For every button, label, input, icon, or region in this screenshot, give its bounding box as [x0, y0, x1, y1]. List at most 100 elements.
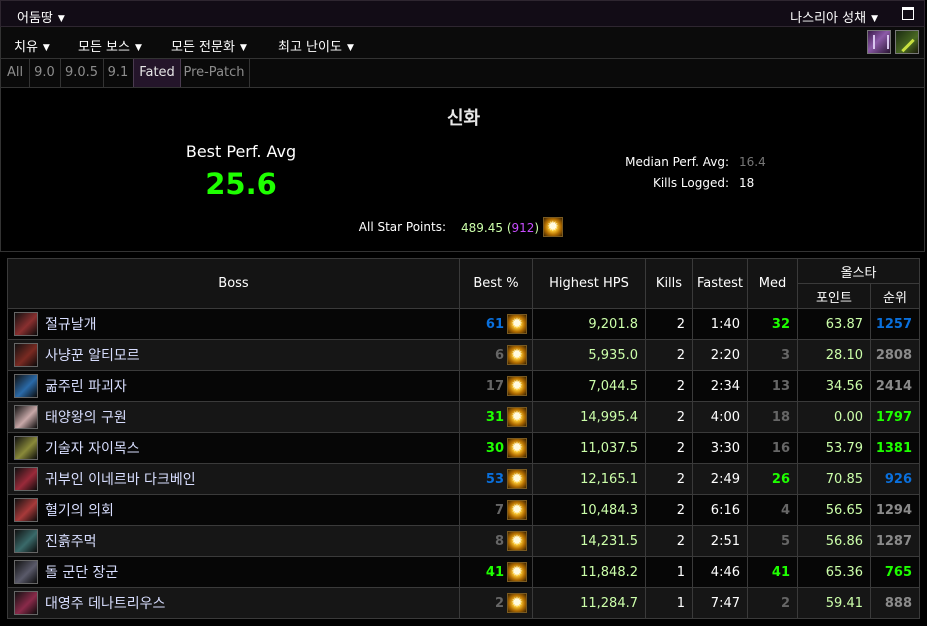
fastest-value: 2:51 — [692, 525, 748, 557]
rank-value[interactable]: 926 — [869, 463, 921, 495]
best-cell: 17 — [459, 370, 533, 402]
rank-value[interactable]: 1294 — [869, 494, 921, 526]
col-fastest[interactable]: Fastest — [692, 258, 748, 309]
rank-value[interactable]: 888 — [869, 587, 921, 619]
chevron-down-icon: ▼ — [42, 43, 50, 53]
boss-filter[interactable]: 모든 보스 ▼ — [78, 36, 142, 55]
maximize-icon[interactable] — [902, 7, 914, 20]
col-med[interactable]: Med — [747, 258, 798, 309]
tab-all[interactable]: All — [1, 59, 30, 87]
table-row[interactable]: 굶주린 파괴자 17 7,044.522:341334.562414 — [7, 370, 921, 402]
table-row[interactable]: 사냥꾼 알티모르 6 5,935.022:20328.102808 — [7, 339, 921, 371]
boss-cell[interactable]: 기술자 자이목스 — [7, 432, 460, 464]
boss-cell[interactable]: 절규날개 — [7, 308, 460, 340]
points-value: 70.85 — [797, 463, 871, 495]
table-row[interactable]: 혈기의 의회 7 10,484.326:16456.651294 — [7, 494, 921, 526]
sun-king-boss-icon — [14, 405, 38, 429]
tab-9-0-5[interactable]: 9.0.5 — [60, 59, 104, 87]
med-value: 2 — [747, 587, 798, 619]
boss-name-link[interactable]: 대영주 데나트리우스 — [45, 596, 165, 612]
hps-value: 11,848.2 — [532, 556, 646, 588]
boss-name-link[interactable]: 태양왕의 구원 — [45, 410, 127, 426]
star-icon — [507, 345, 527, 365]
col-kills[interactable]: Kills — [645, 258, 693, 309]
spec-filter[interactable]: 모든 전문화 ▼ — [171, 36, 247, 55]
best-cell: 7 — [459, 494, 533, 526]
tab-9-0[interactable]: 9.0 — [29, 59, 61, 87]
boss-name-link[interactable]: 혈기의 의회 — [45, 503, 114, 519]
kills-value: 1 — [645, 587, 693, 619]
boss-name-link[interactable]: 사냥꾼 알티모르 — [45, 348, 140, 364]
raid-dropdown[interactable]: 나스리아 성채 ▼ — [790, 7, 878, 26]
role-filter[interactable]: 치유 ▼ — [14, 36, 50, 55]
table-row[interactable]: 귀부인 이네르바 다크베인 53 12,165.122:492670.85926 — [7, 463, 921, 495]
col-rank[interactable]: 순위 — [869, 283, 921, 309]
fastest-value: 7:47 — [692, 587, 748, 619]
table-row[interactable]: 태양왕의 구원 31 14,995.424:00180.001797 — [7, 401, 921, 433]
healer-role-icon[interactable] — [867, 30, 891, 54]
kills-value: 2 — [645, 308, 693, 340]
filter-bar: 치유 ▼ 모든 보스 ▼ 모든 전문화 ▼ 최고 난이도 ▼ — [0, 27, 925, 58]
hps-value: 7,044.5 — [532, 370, 646, 402]
key-icon[interactable] — [895, 30, 919, 54]
kills-value: 2 — [645, 401, 693, 433]
table-row[interactable]: 대영주 데나트리우스211,284.717:47259.41888 — [7, 587, 921, 619]
boss-name-link[interactable]: 돌 군단 장군 — [45, 565, 118, 581]
boss-name-link[interactable]: 귀부인 이네르바 다크베인 — [45, 472, 196, 488]
rank-value[interactable]: 1257 — [869, 308, 921, 340]
boss-cell[interactable]: 태양왕의 구원 — [7, 401, 460, 433]
realm-dropdown[interactable]: 어둠땅 ▼ — [17, 7, 65, 26]
tab-pre-patch[interactable]: Pre-Patch — [179, 59, 250, 87]
rank-value[interactable]: 1381 — [869, 432, 921, 464]
star-icon — [507, 314, 527, 334]
rank-value[interactable]: 1287 — [869, 525, 921, 557]
star-icon — [507, 531, 527, 551]
boss-name-link[interactable]: 굶주린 파괴자 — [45, 379, 127, 395]
points-value: 34.56 — [797, 370, 871, 402]
boss-cell[interactable]: 귀부인 이네르바 다크베인 — [7, 463, 460, 495]
rank-value[interactable]: 1797 — [869, 401, 921, 433]
col-hps[interactable]: Highest HPS — [532, 258, 646, 309]
boss-name-link[interactable]: 진흙주먹 — [45, 534, 97, 550]
boss-name-link[interactable]: 기술자 자이목스 — [45, 441, 140, 457]
destroyer-boss-icon — [14, 374, 38, 398]
best-percent: 7 — [494, 502, 504, 518]
boss-cell[interactable]: 대영주 데나트리우스 — [7, 587, 460, 619]
tab-fated[interactable]: Fated — [133, 59, 181, 87]
boss-cell[interactable]: 돌 군단 장군 — [7, 556, 460, 588]
rank-value[interactable]: 765 — [869, 556, 921, 588]
col-boss[interactable]: Boss — [7, 258, 460, 309]
points-value: 63.87 — [797, 308, 871, 340]
col-best[interactable]: Best % — [459, 258, 533, 309]
rank-value[interactable]: 2414 — [869, 370, 921, 402]
star-icon — [542, 217, 563, 237]
boss-cell[interactable]: 사냥꾼 알티모르 — [7, 339, 460, 371]
rank-value[interactable]: 2808 — [869, 339, 921, 371]
table-row[interactable]: 돌 군단 장군4111,848.214:464165.36765 — [7, 556, 921, 588]
hps-value: 11,284.7 — [532, 587, 646, 619]
kills-value: 2 — [645, 494, 693, 526]
col-points[interactable]: 포인트 — [797, 283, 871, 309]
boss-cell[interactable]: 진흙주먹 — [7, 525, 460, 557]
star-icon — [507, 593, 527, 613]
boss-cell[interactable]: 혈기의 의회 — [7, 494, 460, 526]
fastest-value: 1:40 — [692, 308, 748, 340]
table-row[interactable]: 절규날개 61 9,201.821:403263.871257 — [7, 308, 921, 340]
table-row[interactable]: 진흙주먹 8 14,231.522:51556.861287 — [7, 525, 921, 557]
fastest-value: 2:49 — [692, 463, 748, 495]
sludgefist-boss-icon — [14, 529, 38, 553]
star-icon — [507, 469, 527, 489]
best-cell: 6 — [459, 339, 533, 371]
fastest-value: 6:16 — [692, 494, 748, 526]
boss-name-link[interactable]: 절규날개 — [45, 317, 97, 333]
med-value: 13 — [747, 370, 798, 402]
kills-value: 2 — [645, 525, 693, 557]
points-value: 59.41 — [797, 587, 871, 619]
fastest-value: 2:20 — [692, 339, 748, 371]
difficulty-filter[interactable]: 최고 난이도 ▼ — [278, 36, 354, 55]
best-percent: 31 — [485, 409, 504, 425]
boss-cell[interactable]: 굶주린 파괴자 — [7, 370, 460, 402]
tab-9-1[interactable]: 9.1 — [103, 59, 134, 87]
table-row[interactable]: 기술자 자이목스 30 11,037.523:301653.791381 — [7, 432, 921, 464]
best-cell: 31 — [459, 401, 533, 433]
